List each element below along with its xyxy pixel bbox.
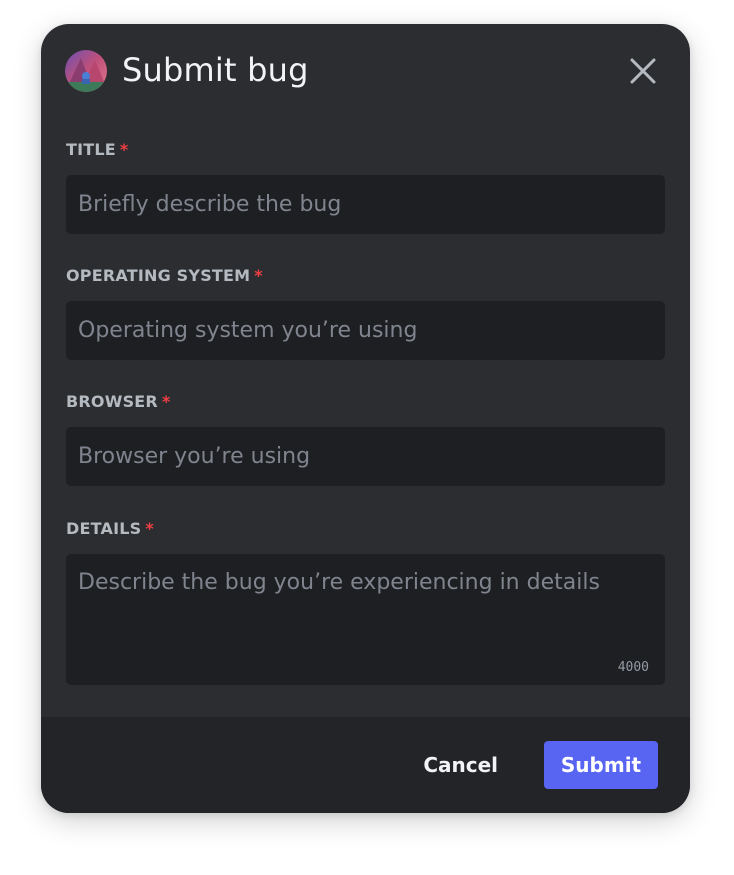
operating-system-field: OPERATING SYSTEM * [66,266,665,360]
required-mark: * [254,266,263,285]
browser-label: BROWSER * [66,392,665,412]
required-mark: * [161,392,171,411]
operating-system-label-text: OPERATING SYSTEM [66,266,251,285]
details-textarea[interactable] [66,554,665,685]
details-field: DETAILS* 4000 [66,519,665,685]
cancel-button[interactable]: Cancel [409,741,512,789]
browser-label-text: BROWSER [66,392,158,411]
browser-input[interactable] [66,427,665,486]
required-mark: * [119,140,129,159]
submit-button[interactable]: Submit [544,741,658,789]
title-field: TITLE * [66,140,665,234]
close-icon[interactable] [628,56,658,86]
browser-field: BROWSER * [66,392,665,486]
dialog-header: Submit bug [65,48,666,92]
dialog-title: Submit bug [122,51,309,89]
title-input[interactable] [66,175,665,234]
avatar [65,50,107,92]
title-label-text: TITLE [66,140,116,159]
operating-system-label: OPERATING SYSTEM * [66,266,665,286]
details-label: DETAILS * [66,519,665,539]
required-mark: * [145,519,154,538]
character-counter: 4000 [617,660,649,675]
dialog-footer: Cancel Submit [41,717,690,813]
title-label: TITLE * [66,140,665,160]
details-label-text: DETAILS [66,519,142,538]
submit-bug-dialog: Submit bug TITLE* OPERATING SYSTEM* BROW… [41,24,690,813]
operating-system-input[interactable] [66,301,665,360]
details-textarea-wrapper: 4000 [66,554,665,685]
